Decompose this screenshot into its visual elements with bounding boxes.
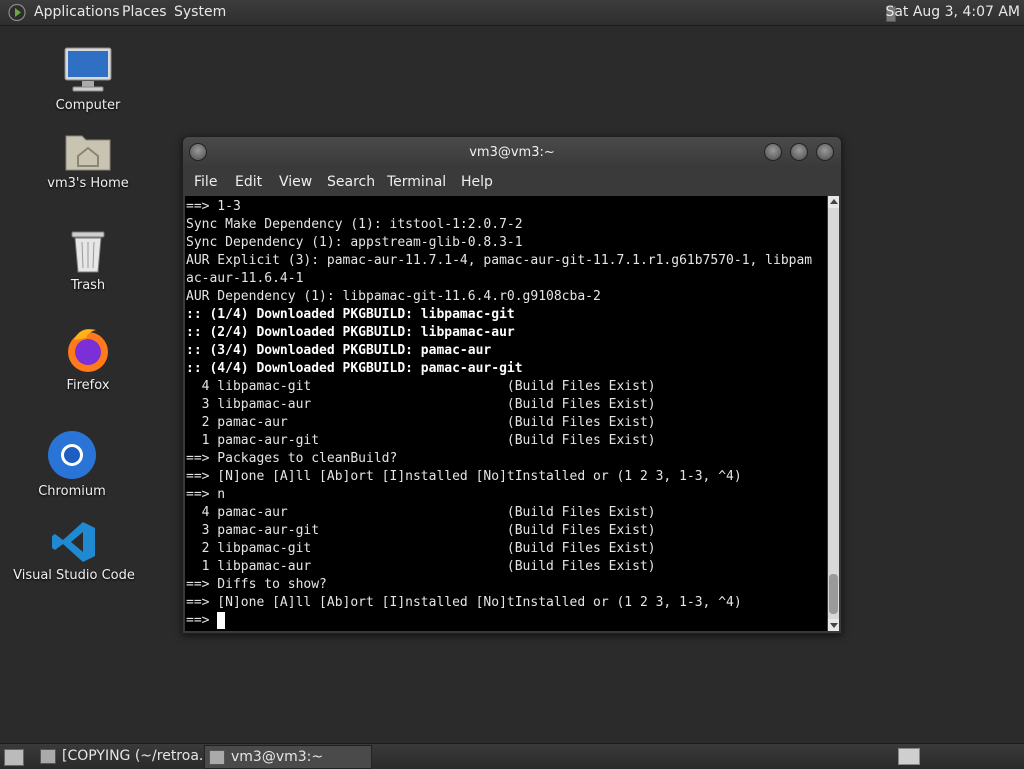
home-folder-icon <box>65 135 111 171</box>
desktop-icon-label: Visual Studio Code <box>13 568 135 583</box>
terminal-line: :: (3/4) Downloaded PKGBUILD: pamac-aur <box>186 343 492 358</box>
menu-help[interactable]: Help <box>461 174 493 190</box>
terminal-line: ==> [N]one [A]ll [Ab]ort [I]nstalled [No… <box>186 469 742 484</box>
window-titlebar[interactable]: vm3@vm3:~ <box>183 137 841 167</box>
terminal-line: ==> [N]one [A]ll [Ab]ort [I]nstalled [No… <box>186 595 742 610</box>
desktop-icon-chromium[interactable]: Chromium <box>7 430 137 499</box>
terminal-line: AUR Dependency (1): libpamac-git-11.6.4.… <box>186 289 601 304</box>
terminal-icon <box>209 750 225 765</box>
terminal-line: 1 pamac-aur-git (Build Files Exist) <box>186 433 656 448</box>
clock[interactable]: Sat Aug 3, 4:07 AM <box>885 4 1020 20</box>
terminal-line: AUR Explicit (3): pamac-aur-11.7.1-4, pa… <box>186 253 813 268</box>
terminal-line: :: (4/4) Downloaded PKGBUILD: pamac-aur-… <box>186 361 523 376</box>
desktop-icon-label: Trash <box>70 278 106 293</box>
terminal-line: ==> n <box>186 487 226 502</box>
desktop-icon-vscode[interactable]: Visual Studio Code <box>9 520 139 583</box>
terminal-line: 2 pamac-aur (Build Files Exist) <box>186 415 656 430</box>
terminal-line: ac-aur-11.6.4-1 <box>186 271 304 286</box>
terminal-line: :: (2/4) Downloaded PKGBUILD: libpamac-a… <box>186 325 515 340</box>
vscode-icon <box>52 522 95 562</box>
terminal-menubar: File Edit View Search Terminal Help <box>183 167 841 195</box>
desktop-icon-label: Firefox <box>66 378 110 393</box>
taskbar-item-terminal[interactable]: vm3@vm3:~ <box>204 745 372 769</box>
applications-menu[interactable]: Applications <box>34 4 120 20</box>
terminal-line: 3 pamac-aur-git (Build Files Exist) <box>186 523 656 538</box>
terminal-line: Sync Dependency (1): appstream-glib-0.8.… <box>186 235 523 250</box>
terminal-line: 3 libpamac-aur (Build Files Exist) <box>186 397 656 412</box>
taskbar-item-label: vm3@vm3:~ <box>231 749 324 765</box>
terminal-line: ==> Diffs to show? <box>186 577 327 592</box>
workspace-switcher[interactable] <box>898 748 920 765</box>
taskbar-item-label: [COPYING (~/retroa... <box>62 748 213 764</box>
terminal-line: 1 libpamac-aur (Build Files Exist) <box>186 559 656 574</box>
show-desktop-icon[interactable] <box>4 749 24 766</box>
scroll-up-arrow-icon[interactable] <box>828 196 839 208</box>
firefox-icon <box>68 329 108 372</box>
maximize-button[interactable] <box>790 143 808 161</box>
file-manager-icon <box>40 749 56 764</box>
desktop-icon-label: Computer <box>55 98 121 113</box>
top-panel: Applications Places System Sat Aug 3, 4:… <box>0 0 1024 26</box>
menu-view[interactable]: View <box>279 174 312 190</box>
desktop-icon-computer[interactable]: Computer <box>23 46 153 113</box>
minimize-button[interactable] <box>764 143 782 161</box>
desktop-icon-trash[interactable]: Trash <box>23 228 153 293</box>
menu-file[interactable]: File <box>194 174 217 190</box>
computer-icon <box>64 47 112 92</box>
desktop-icon-label: Chromium <box>38 484 106 499</box>
terminal-line: ==> 1-3 <box>186 199 241 214</box>
terminal-window[interactable]: vm3@vm3:~ File Edit View Search Terminal… <box>182 136 842 634</box>
terminal-scrollbar[interactable] <box>828 196 839 631</box>
desktop-icon-label: vm3's Home <box>47 176 129 191</box>
scroll-down-arrow-icon[interactable] <box>828 619 839 631</box>
terminal-line: :: (1/4) Downloaded PKGBUILD: libpamac-g… <box>186 307 515 322</box>
terminal-line: 4 pamac-aur (Build Files Exist) <box>186 505 656 520</box>
menu-search[interactable]: Search <box>327 174 375 190</box>
terminal-line: 4 libpamac-git (Build Files Exist) <box>186 379 656 394</box>
menu-edit[interactable]: Edit <box>235 174 262 190</box>
window-title: vm3@vm3:~ <box>469 145 555 160</box>
menu-terminal[interactable]: Terminal <box>387 174 446 190</box>
prompt-text: ==> <box>186 613 218 628</box>
terminal-line: Sync Make Dependency (1): itstool-1:2.0.… <box>186 217 523 232</box>
desktop-icon-home[interactable]: vm3's Home <box>23 128 153 191</box>
close-button[interactable] <box>816 143 834 161</box>
chromium-icon <box>48 431 96 479</box>
trash-icon <box>71 231 105 273</box>
taskbar-item-copying[interactable]: [COPYING (~/retroa... <box>36 745 212 767</box>
gnome-foot-icon[interactable] <box>7 3 27 22</box>
system-menu[interactable]: System <box>174 4 226 20</box>
terminal-output[interactable]: ==> 1-3 Sync Make Dependency (1): itstool… <box>185 196 827 631</box>
bottom-panel: [COPYING (~/retroa... vm3@vm3:~ <box>0 743 1024 769</box>
terminal-line: 2 libpamac-git (Build Files Exist) <box>186 541 656 556</box>
places-menu[interactable]: Places <box>122 4 167 20</box>
desktop-icon-firefox[interactable]: Firefox <box>23 326 153 393</box>
scroll-thumb[interactable] <box>829 574 838 614</box>
text-cursor <box>217 612 226 629</box>
terminal-line: ==> Packages to cleanBuild? <box>186 451 398 466</box>
terminal-prompt-line[interactable]: ==> <box>186 612 812 630</box>
